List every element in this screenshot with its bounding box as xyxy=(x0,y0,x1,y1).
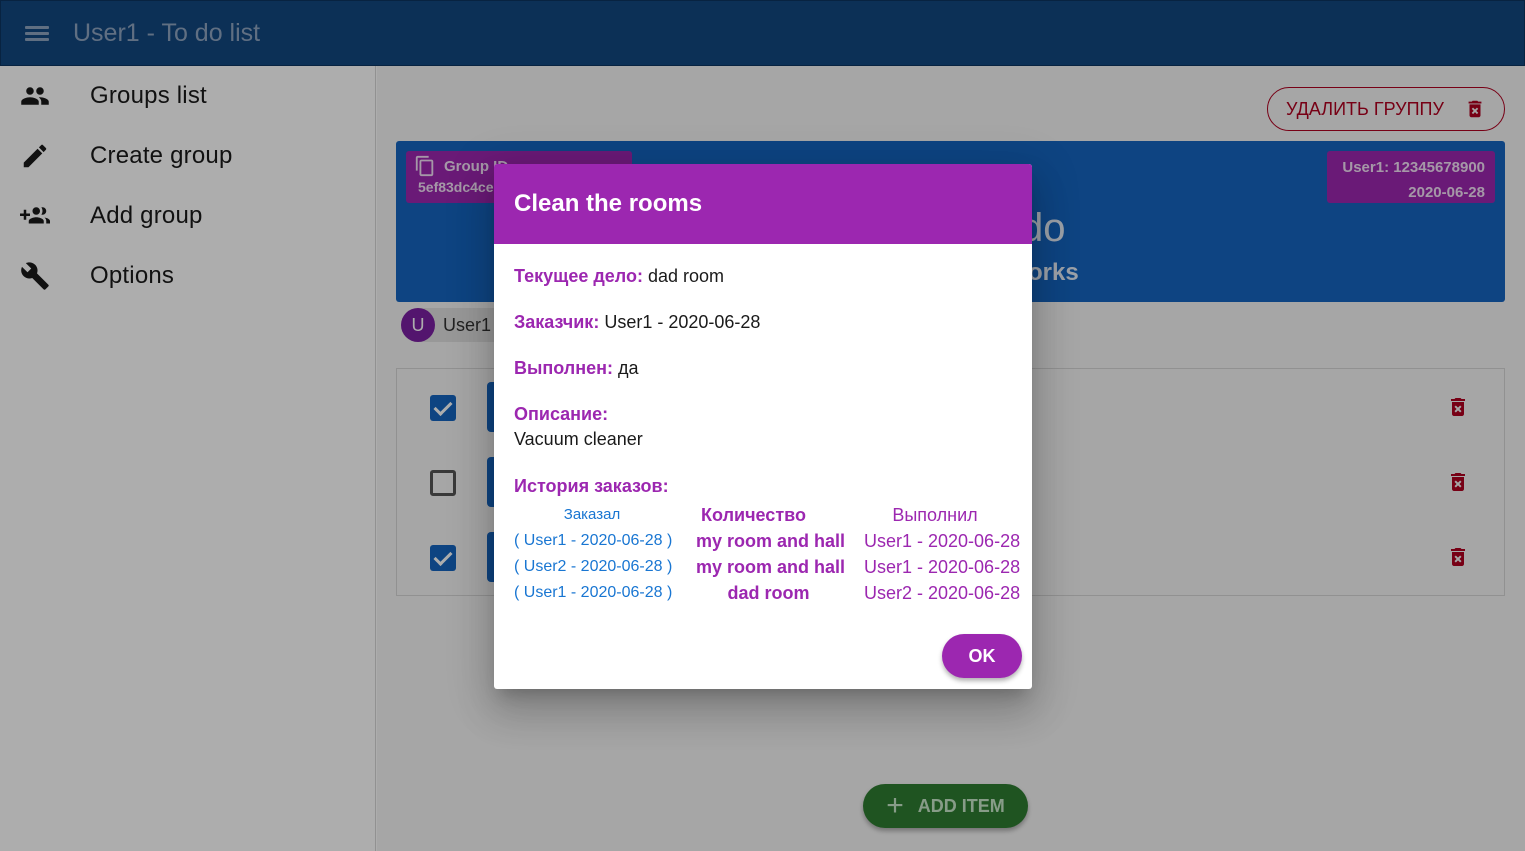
customer-field: Заказчик: User1 - 2020-06-28 xyxy=(514,312,760,333)
ok-button[interactable]: OK xyxy=(942,634,1022,678)
description-label: Описание: xyxy=(514,404,609,424)
history-cell: ( User1 - 2020-06-28 ) xyxy=(514,532,673,549)
history-field: История заказов: xyxy=(514,476,669,497)
description-field: Описание: Vacuum cleaner xyxy=(514,404,643,450)
history-cell: User1 - 2020-06-28 xyxy=(864,557,1021,577)
current-task-label: Текущее дело: xyxy=(514,266,643,286)
history-col-performed: Выполнил User1 - 2020-06-28 User1 - 2020… xyxy=(864,502,1021,606)
history-header-quantity: Количество xyxy=(701,505,806,525)
customer-label: Заказчик: xyxy=(514,312,600,332)
history-header-ordered: Заказал xyxy=(563,506,621,523)
item-details-dialog: Clean the rooms Текущее дело: dad room З… xyxy=(494,164,1032,689)
done-value: да xyxy=(618,358,639,378)
dialog-header: Clean the rooms xyxy=(494,164,1032,244)
dialog-title: Clean the rooms xyxy=(514,190,703,217)
done-field: Выполнен: да xyxy=(514,358,639,379)
history-cell: dad room xyxy=(727,583,810,603)
done-label: Выполнен: xyxy=(514,358,613,378)
current-task-value: dad room xyxy=(647,266,725,286)
history-cell: my room and hall xyxy=(696,557,846,577)
history-cell: ( User2 - 2020-06-28 ) xyxy=(514,558,673,575)
history-col-ordered: Заказал ( User1 - 2020-06-28 ) ( User2 -… xyxy=(514,502,673,606)
customer-value: User1 - 2020-06-28 xyxy=(604,312,761,332)
history-cell: my room and hall xyxy=(696,531,846,551)
history-header-performed: Выполнил xyxy=(892,505,978,525)
history-col-quantity: Количество my room and hall my room and … xyxy=(696,502,846,606)
history-cell: User2 - 2020-06-28 xyxy=(864,583,1021,603)
history-label: История заказов: xyxy=(514,476,669,496)
history-cell: ( User1 - 2020-06-28 ) xyxy=(514,584,673,601)
current-task-field: Текущее дело: dad room xyxy=(514,266,724,287)
description-value: Vacuum cleaner xyxy=(514,429,643,449)
history-cell: User1 - 2020-06-28 xyxy=(864,531,1021,551)
